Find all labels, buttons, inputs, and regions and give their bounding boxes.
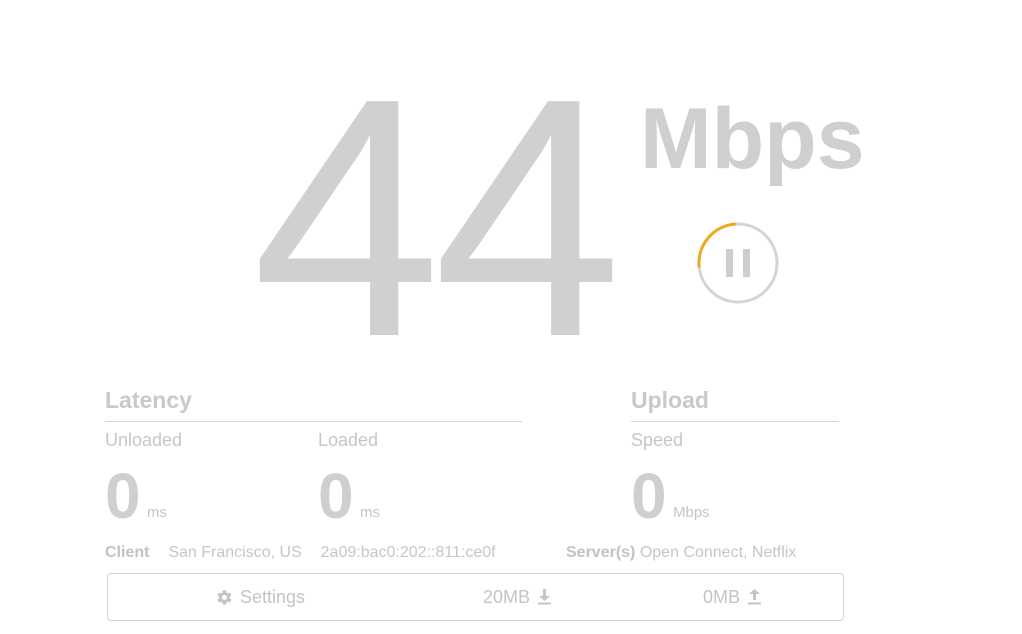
upload-speed-unit: Mbps xyxy=(673,504,710,521)
client-ip: 2a09:bac0:202::811:ce0f xyxy=(320,544,496,561)
upload-title: Upload xyxy=(631,387,709,413)
unloaded-latency-value: 0 xyxy=(105,460,141,532)
server-info: Server(s) Open Connect, Netflix xyxy=(566,545,796,561)
latency-divider xyxy=(105,421,522,422)
download-size-label: 20MB xyxy=(483,586,531,607)
download-speed-units: Mbps xyxy=(640,91,865,187)
settings-label: Settings xyxy=(240,586,306,607)
gear-icon xyxy=(216,589,233,606)
download-speed-value: 44 xyxy=(252,28,622,408)
download-icon xyxy=(538,589,552,605)
upload-size-label: 0MB xyxy=(703,586,741,607)
loaded-latency-label: Loaded xyxy=(318,430,379,450)
unloaded-latency-label: Unloaded xyxy=(105,430,183,450)
loaded-latency-unit: ms xyxy=(360,504,380,521)
server-label: Server(s) xyxy=(566,544,636,561)
download-size-button[interactable]: 20MB xyxy=(483,574,552,620)
unloaded-latency-unit: ms xyxy=(147,504,167,521)
upload-size-button[interactable]: 0MB xyxy=(703,574,762,620)
settings-toolbar: Settings 20MB 0MB xyxy=(107,573,844,621)
progress-ring xyxy=(697,222,779,304)
latency-title: Latency xyxy=(105,387,192,413)
upload-icon xyxy=(748,589,762,605)
server-value: Open Connect, Netflix xyxy=(639,544,797,561)
pause-button[interactable] xyxy=(696,221,780,305)
client-location: San Francisco, US xyxy=(168,544,302,561)
upload-divider xyxy=(631,421,839,422)
loaded-latency-value: 0 xyxy=(318,460,354,532)
upload-speed-value: 0 xyxy=(631,460,667,532)
settings-button[interactable]: Settings xyxy=(216,574,305,620)
upload-speed-label: Speed xyxy=(631,430,684,450)
client-label: Client xyxy=(105,544,150,561)
client-info: Client San Francisco, US 2a09:bac0:202::… xyxy=(105,545,496,561)
pause-icon xyxy=(697,222,779,304)
